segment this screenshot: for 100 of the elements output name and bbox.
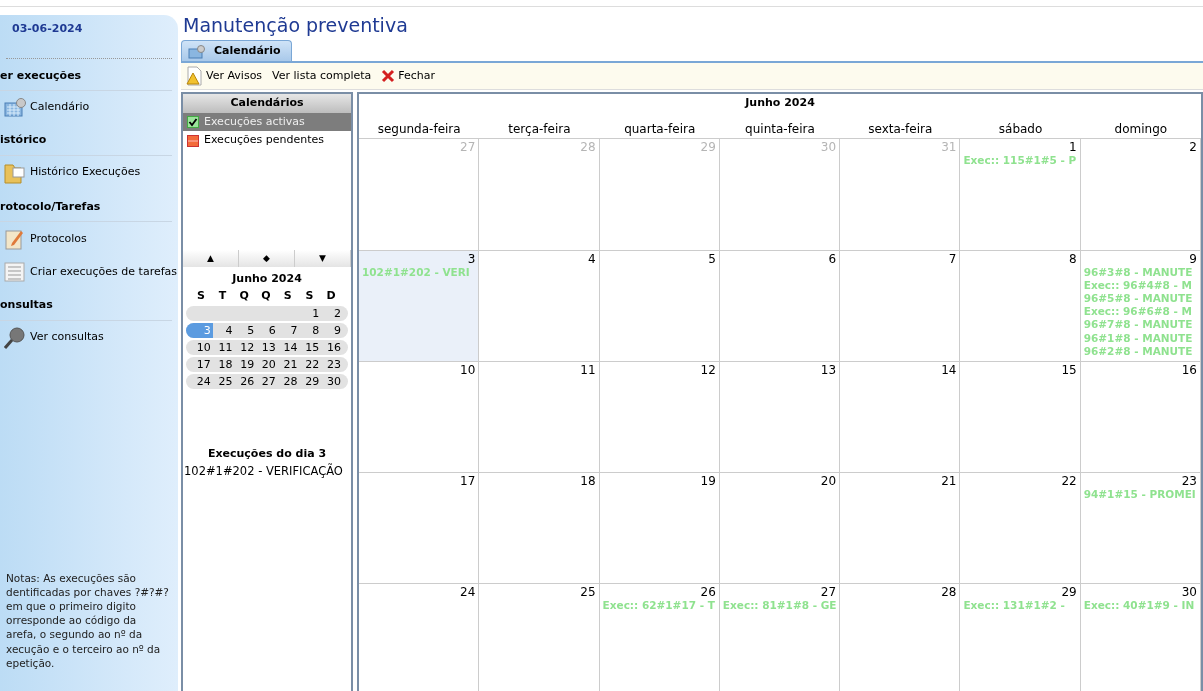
day-cell[interactable]: 20 <box>256 357 278 373</box>
day-cell[interactable]: 29 <box>299 374 322 390</box>
day-number: 27 <box>459 140 476 155</box>
day-cell[interactable]: 30 <box>321 374 343 390</box>
day-number: 19 <box>699 473 716 488</box>
day-cell[interactable]: 8 <box>960 250 1081 362</box>
day-number: 23 <box>1180 473 1197 488</box>
list-icon <box>4 262 26 282</box>
day-cell[interactable]: 11 <box>212 340 235 356</box>
nav-button[interactable]: ◆ <box>239 249 295 268</box>
day-cell[interactable]: 22 <box>960 472 1081 584</box>
day-cell[interactable]: 26 <box>234 374 257 390</box>
day-cell[interactable]: 7 <box>840 250 961 362</box>
day-cell[interactable]: 17 <box>359 472 480 584</box>
day-cell[interactable]: 20 <box>719 472 841 584</box>
toolbar-button[interactable]: Ver lista completa <box>270 68 374 85</box>
day-cell[interactable]: 10 <box>359 361 480 473</box>
sidebar-item[interactable]: Protocolos <box>0 222 178 256</box>
day-number: 9 <box>1188 251 1197 266</box>
day-cell[interactable]: 27 Exec:: 81#1#8 - GE <box>719 583 841 691</box>
day-cell[interactable]: 22 <box>299 357 322 373</box>
day-cell[interactable]: 5 <box>599 250 720 362</box>
sidebar-item[interactable]: Histórico Execuções <box>0 155 178 190</box>
day-cell[interactable]: 19 <box>599 472 720 584</box>
day-cell[interactable]: 9 <box>321 323 343 339</box>
day-cell[interactable]: 28 <box>840 583 961 691</box>
calendar-tab[interactable]: Calendário <box>181 39 292 62</box>
day-cell[interactable]: 4 <box>212 323 235 339</box>
day-cell[interactable]: 1 <box>299 306 322 322</box>
calendar-icon <box>188 43 206 59</box>
day-number: 30 <box>1180 584 1197 599</box>
day-cell[interactable]: 18 <box>212 357 235 373</box>
day-number: 30 <box>819 140 837 155</box>
day-cell[interactable]: 23 <box>321 357 343 373</box>
day-number: 8 <box>1068 251 1077 266</box>
day-cell[interactable]: 29 Exec:: 131#1#2 - <box>960 583 1081 691</box>
day-cell[interactable]: 1 Exec:: 115#1#5 - P <box>960 139 1081 251</box>
calendar-icon <box>4 97 26 117</box>
day-cell[interactable]: 15 <box>960 361 1081 473</box>
sidebar-item[interactable]: Calendário <box>0 91 178 123</box>
day-cell[interactable]: 10 <box>191 340 213 356</box>
day-cell[interactable]: 12 <box>599 361 720 473</box>
item-label: Execuções activas <box>204 113 305 130</box>
checkbox[interactable] <box>187 134 199 147</box>
item-label: Calendário <box>30 98 90 115</box>
day-cell[interactable]: 16 <box>321 340 343 356</box>
day-number: 16 <box>1180 362 1197 377</box>
day-cell[interactable]: 21 <box>277 357 300 373</box>
toolbar-button[interactable]: Ver Avisos <box>183 66 265 87</box>
day-cell[interactable]: 11 <box>479 361 600 473</box>
sidebar-item[interactable]: Criar execuções de tarefas <box>0 256 178 288</box>
day-cell[interactable]: 26 Exec:: 62#1#17 - T <box>599 583 720 691</box>
day-cell[interactable]: 28 <box>277 374 300 390</box>
day-cell[interactable]: 7 <box>277 323 300 339</box>
day-number: 2 <box>1188 140 1197 155</box>
nav-button[interactable]: ▲ <box>183 249 239 268</box>
weekday-label: sexta-feira <box>867 121 934 139</box>
day-cell[interactable]: 30 Exec:: 40#1#9 - IN <box>1080 583 1201 691</box>
day-cell[interactable]: 21 <box>840 472 961 584</box>
nav-button[interactable]: ▼ <box>295 249 351 268</box>
day-cell[interactable]: 8 <box>299 323 322 339</box>
day-cell[interactable]: 27 <box>256 374 278 390</box>
weekday-label: D <box>325 287 337 304</box>
day-cell[interactable]: 6 <box>256 323 278 339</box>
day-cell[interactable]: 14 <box>840 361 961 473</box>
section-heading: er execuções <box>0 58 172 91</box>
day-number: 24 <box>459 584 476 599</box>
month-title: Junho 2024 <box>230 271 303 288</box>
execution-item[interactable]: 102#1#202 - VERIFICAÇÃO <box>183 462 351 480</box>
day-cell[interactable]: 12 <box>234 340 257 356</box>
weekday-label: S <box>195 287 206 304</box>
calendar-list-item[interactable]: Execuções pendentes <box>183 131 351 150</box>
day-cell[interactable]: 25 <box>479 583 600 691</box>
day-cell[interactable]: 14 <box>277 340 300 356</box>
day-cell[interactable]: 15 <box>299 340 322 356</box>
sidebar-item[interactable]: Ver consultas <box>0 320 178 355</box>
weekday-label: quinta-feira <box>744 121 816 139</box>
day-cell[interactable]: 16 <box>1080 361 1201 473</box>
weekday-label: Q <box>260 287 272 304</box>
day-cell[interactable]: 25 <box>212 374 235 390</box>
day-cell[interactable]: 13 <box>256 340 278 356</box>
day-cell[interactable]: 24 <box>191 374 213 390</box>
day-number: 26 <box>699 584 716 599</box>
day-cell[interactable]: 4 <box>479 250 600 362</box>
checkbox[interactable] <box>187 116 199 129</box>
day-cell[interactable]: 5 <box>234 323 257 339</box>
day-cell[interactable]: 3 102#1#202 - VERI <box>359 250 480 362</box>
day-cell[interactable]: 13 <box>719 361 841 473</box>
weekday-label: Q <box>238 287 250 304</box>
day-cell[interactable]: 2 <box>321 306 343 322</box>
date-label: 03-06-2024 <box>11 21 84 37</box>
day-cell[interactable]: 19 <box>234 357 257 373</box>
toolbar-button[interactable]: Fechar <box>379 68 438 85</box>
section-heading: istórico <box>0 123 172 156</box>
day-cell[interactable]: 6 <box>719 250 841 362</box>
day-cell[interactable]: 17 <box>191 357 213 373</box>
day-cell[interactable]: 18 <box>479 472 600 584</box>
day-cell[interactable]: 24 <box>359 583 480 691</box>
day-cell[interactable]: 2 <box>1080 139 1201 251</box>
day-cell[interactable]: 23 94#1#15 - PROMEI <box>1080 472 1201 584</box>
